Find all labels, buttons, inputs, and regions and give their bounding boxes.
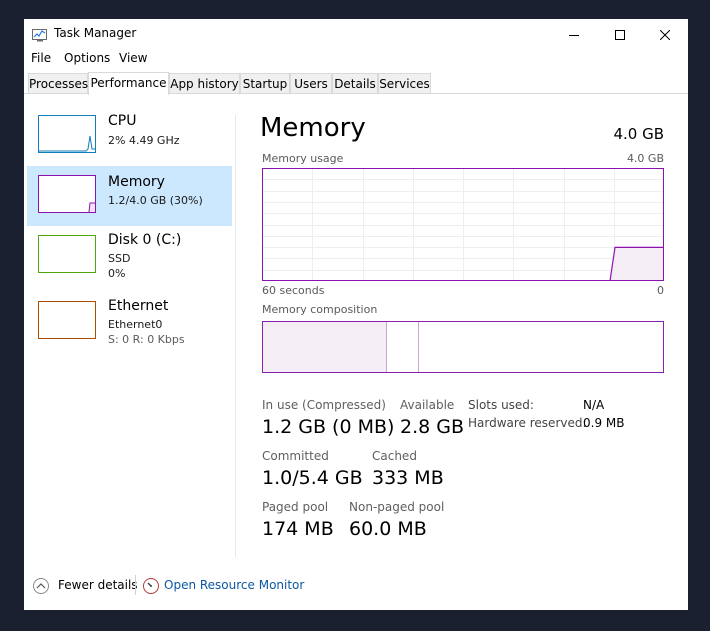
cached-label: Cached xyxy=(372,449,417,463)
minimize-icon xyxy=(569,25,579,44)
memory-usage-label: Memory usage xyxy=(262,152,344,165)
footer-divider xyxy=(135,575,136,595)
maximize-button[interactable] xyxy=(597,19,643,49)
sidebar-item-disk[interactable]: Disk 0 (C:) SSD 0% xyxy=(27,232,232,294)
slots-used-label: Slots used: xyxy=(468,398,534,412)
tab-performance[interactable]: Performance xyxy=(88,72,169,95)
non-paged-pool-label: Non-paged pool xyxy=(349,500,445,514)
ethernet-thumbnail-graph xyxy=(38,301,96,339)
sidebar-item-detail: Ethernet0 xyxy=(108,318,163,331)
page-title: Memory xyxy=(260,113,366,143)
pane-divider xyxy=(235,115,236,557)
performance-sidebar: CPU 2% 4.49 GHz Memory 1.2/4.0 GB (30%) … xyxy=(24,94,236,554)
slots-used-value: N/A xyxy=(583,398,605,412)
tab-details[interactable]: Details xyxy=(332,73,378,93)
hardware-reserved-label: Hardware reserved: xyxy=(468,416,587,430)
cpu-thumbnail-graph xyxy=(38,115,96,153)
sidebar-item-label: CPU xyxy=(108,113,137,129)
menu-view[interactable]: View xyxy=(119,51,147,65)
sidebar-item-detail: 1.2/4.0 GB (30%) xyxy=(108,194,203,207)
window-title: Task Manager xyxy=(54,26,137,40)
sidebar-item-detail-2: S: 0 R: 0 Kbps xyxy=(108,333,185,346)
resource-monitor-icon xyxy=(143,578,159,594)
in-use-value: 1.2 GB (0 MB) xyxy=(262,416,395,438)
sidebar-item-detail-2: 0% xyxy=(108,267,126,280)
paged-pool-value: 174 MB xyxy=(262,518,334,540)
tab-users[interactable]: Users xyxy=(290,73,332,93)
close-icon xyxy=(659,25,671,44)
committed-value: 1.0/5.4 GB xyxy=(262,467,363,489)
sidebar-item-label: Ethernet xyxy=(108,298,169,314)
committed-label: Committed xyxy=(262,449,329,463)
composition-modified-segment xyxy=(387,322,419,372)
total-memory: 4.0 GB xyxy=(613,125,664,143)
tab-bar: Processes Performance App history Startu… xyxy=(24,72,688,95)
paged-pool-label: Paged pool xyxy=(262,500,329,514)
menu-file[interactable]: File xyxy=(31,51,51,65)
memory-composition-label: Memory composition xyxy=(262,303,378,316)
open-resource-monitor-label: Open Resource Monitor xyxy=(164,578,305,592)
disk-thumbnail-graph xyxy=(38,235,96,273)
memory-thumbnail-graph xyxy=(38,175,96,213)
available-label: Available xyxy=(400,398,455,412)
fewer-details-label: Fewer details xyxy=(58,578,138,592)
tab-processes[interactable]: Processes xyxy=(28,73,88,93)
sidebar-item-detail: SSD xyxy=(108,252,131,265)
tab-app-history[interactable]: App history xyxy=(169,73,240,93)
non-paged-pool-value: 60.0 MB xyxy=(349,518,427,540)
usage-area-fill xyxy=(610,247,664,281)
in-use-label: In use (Compressed) xyxy=(262,398,386,412)
chevron-up-icon xyxy=(33,578,49,594)
tab-startup[interactable]: Startup xyxy=(240,73,290,93)
cached-value: 333 MB xyxy=(372,467,444,489)
memory-composition-bar[interactable] xyxy=(262,321,664,373)
time-axis-end: 0 xyxy=(657,284,664,297)
task-manager-icon xyxy=(32,27,48,42)
menu-options[interactable]: Options xyxy=(64,51,110,65)
sidebar-item-detail: 2% 4.49 GHz xyxy=(108,134,180,147)
time-axis-start: 60 seconds xyxy=(262,284,325,297)
sidebar-item-label: Memory xyxy=(108,174,165,190)
memory-usage-graph xyxy=(262,168,664,282)
sidebar-item-label: Disk 0 (C:) xyxy=(108,232,182,248)
title-bar[interactable]: Task Manager xyxy=(24,19,688,49)
task-manager-window: Task Manager File Options View Processes… xyxy=(24,19,688,610)
sidebar-item-ethernet[interactable]: Ethernet Ethernet0 S: 0 R: 0 Kbps xyxy=(27,298,232,360)
composition-in-use-segment xyxy=(263,322,387,372)
hardware-reserved-value: 0.9 MB xyxy=(583,416,625,430)
available-value: 2.8 GB xyxy=(400,416,465,438)
maximize-icon xyxy=(615,25,625,44)
tab-services[interactable]: Services xyxy=(378,73,431,93)
memory-usage-max: 4.0 GB xyxy=(626,152,664,165)
close-button[interactable] xyxy=(642,19,688,49)
sidebar-item-memory[interactable]: Memory 1.2/4.0 GB (30%) xyxy=(27,166,232,226)
minimize-button[interactable] xyxy=(551,19,597,49)
